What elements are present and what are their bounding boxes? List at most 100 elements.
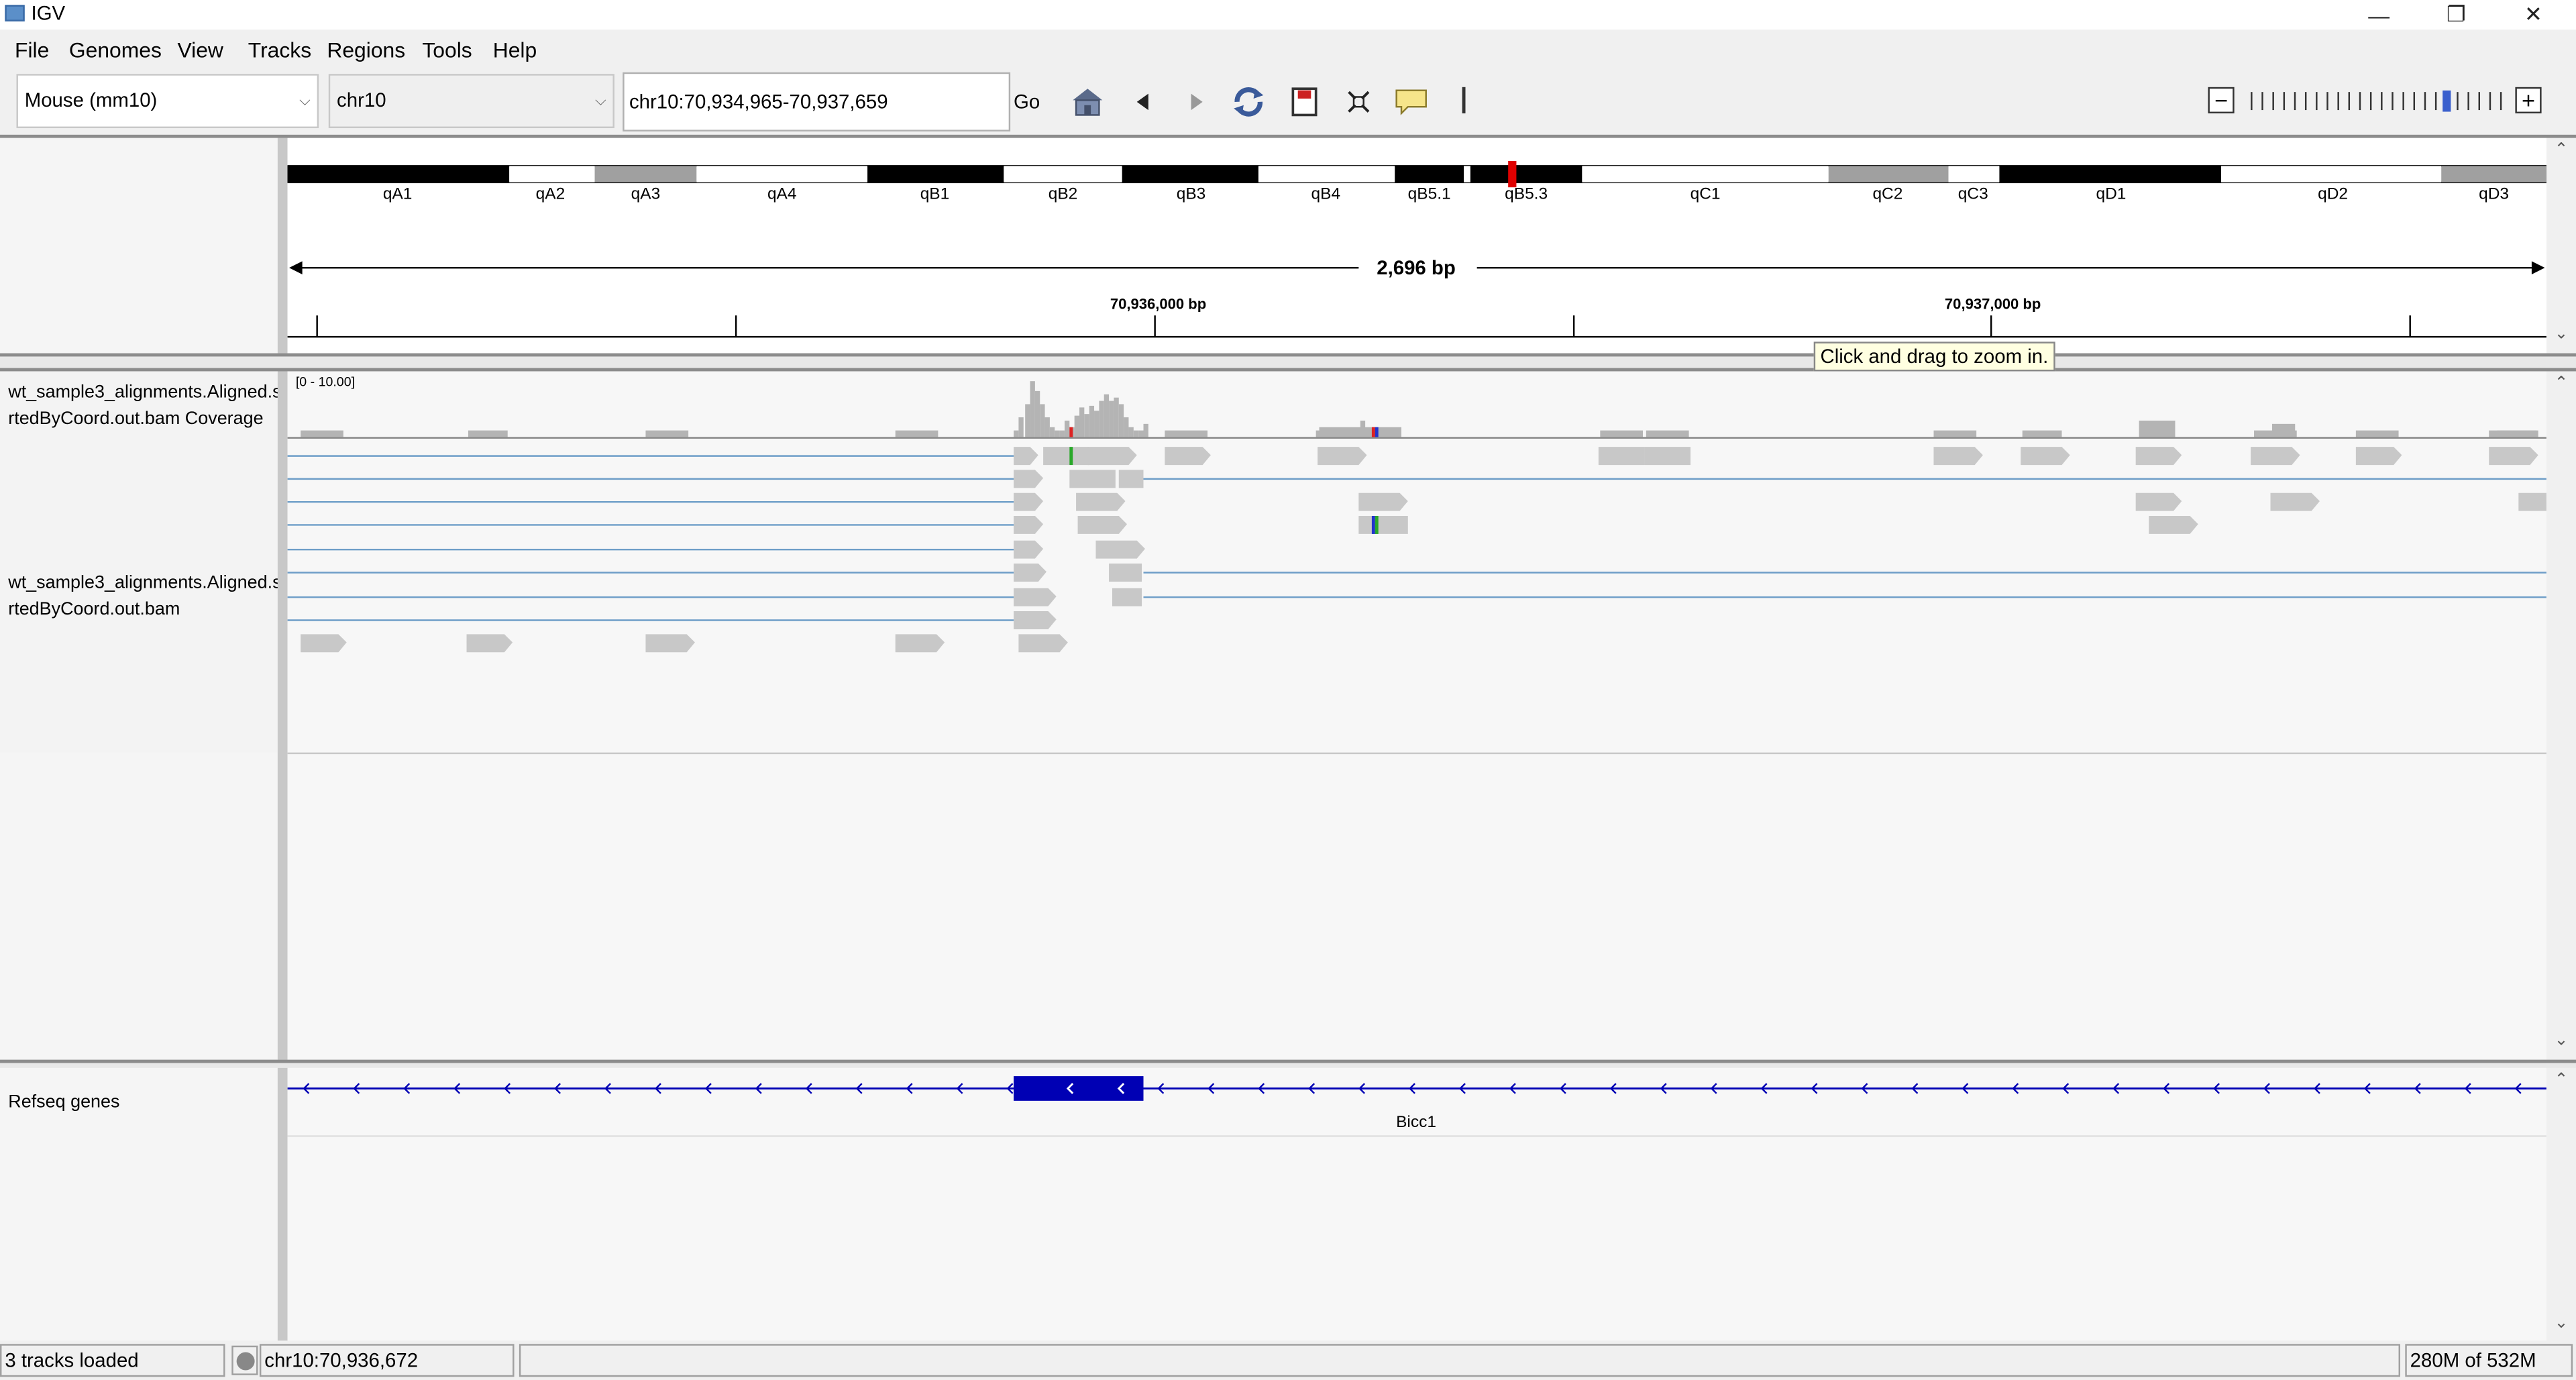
panel-divider[interactable] — [0, 1059, 2576, 1068]
coverage-bar — [2489, 430, 2538, 437]
zoom-tick — [2500, 92, 2502, 111]
locus-input[interactable]: chr10:70,934,965-70,937,659 — [623, 72, 1011, 131]
home-icon[interactable] — [1069, 85, 1106, 118]
zoom-out-icon[interactable]: − — [2208, 87, 2235, 113]
chromosome-select[interactable]: chr10 ⌵ — [328, 74, 614, 129]
coverage-bar — [1018, 417, 1024, 437]
coverage-track-name[interactable]: wt_sample3_alignments.Aligned.s rtedByCo… — [8, 380, 281, 432]
zoom-tick — [2434, 92, 2437, 111]
zoom-tick — [2251, 92, 2253, 111]
menu-view[interactable]: View — [177, 38, 223, 62]
coverage-bar — [1084, 414, 1089, 437]
coverage-mismatch — [1371, 427, 1375, 437]
scroll-up-icon[interactable]: ⌃ — [2546, 142, 2576, 160]
coverage-bar — [2271, 423, 2296, 437]
menu-genomes[interactable]: Genomes — [69, 38, 162, 62]
coverage-bar — [1124, 417, 1129, 437]
coverage-bar — [1049, 427, 1055, 437]
data-scrollbar[interactable]: ⌃ ⌄ — [2546, 371, 2576, 1060]
menu-regions[interactable]: Regions — [327, 38, 405, 62]
zoom-tick — [2467, 92, 2469, 111]
status-message — [519, 1344, 2400, 1377]
status-memory: 280M of 532M — [2405, 1344, 2573, 1377]
ideogram-band — [594, 166, 697, 182]
coverage-bar — [1138, 430, 1144, 437]
scroll-down-icon[interactable]: ⌄ — [2546, 1032, 2576, 1050]
region-of-interest-icon[interactable] — [1287, 85, 1323, 118]
ideogram-band — [1122, 166, 1258, 182]
refresh-icon[interactable] — [1230, 85, 1267, 118]
gene-label[interactable]: Bicc1 — [1367, 1114, 1466, 1132]
zoom-tick — [2392, 92, 2394, 111]
chromosome-ideogram[interactable]: qA1 qA2 qA3 qA4 qB1 qB2 qB3 qB4 qB5.1 qB5.3 qC1 qC2… — [287, 156, 2546, 209]
genome-select[interactable]: Mouse (mm10) ⌵ — [16, 74, 319, 129]
coverage-bar — [1044, 417, 1050, 437]
ideogram-band — [1465, 166, 1582, 182]
ideogram-band-label: qC1 — [1690, 184, 1721, 203]
status-light — [235, 1351, 254, 1370]
aligned-read — [1014, 515, 1044, 534]
menu-tools[interactable]: Tools — [422, 38, 472, 62]
splitter[interactable] — [277, 371, 288, 1060]
fit-to-window-icon[interactable] — [1340, 85, 1377, 118]
coverage-bar — [1104, 394, 1110, 437]
ideogram-band — [509, 166, 595, 182]
ideogram-band-label: qA1 — [383, 184, 413, 203]
aligned-read — [1118, 470, 1144, 488]
tooltip: Click and drag to zoom in. — [1813, 341, 2055, 372]
aligned-read — [1644, 447, 1691, 466]
window-title: IGV — [31, 1, 66, 25]
scroll-down-icon[interactable]: ⌄ — [2546, 325, 2576, 343]
back-icon[interactable] — [1126, 85, 1162, 118]
alignment-track-name-line: rtedByCoord.out.bam — [8, 599, 180, 620]
ideogram-band — [1258, 166, 1395, 182]
coverage-bar — [1099, 401, 1104, 437]
coverage-bar — [1360, 420, 1366, 437]
ideogram-band-label: qA3 — [631, 184, 661, 203]
splitter[interactable] — [277, 138, 288, 354]
zoom-slider[interactable] — [2247, 90, 2510, 112]
coverage-bar — [1030, 381, 1035, 437]
header-scrollbar[interactable]: ⌃ ⌄ — [2546, 138, 2576, 354]
zoom-tick — [2283, 92, 2286, 111]
ruler-span-label: 2,696 bp — [1377, 256, 1456, 280]
current-region-marker — [1508, 161, 1517, 188]
menu-help[interactable]: Help — [493, 38, 537, 62]
aligned-read — [2270, 492, 2320, 511]
zoom-in-icon[interactable]: + — [2515, 87, 2542, 113]
zoom-tick — [2381, 92, 2383, 111]
panel-divider[interactable] — [0, 353, 2576, 372]
popup-text-icon[interactable] — [1393, 85, 1430, 118]
aligned-read — [645, 634, 695, 653]
ideogram-band-label: qB5.3 — [1505, 184, 1548, 203]
ideogram-band — [1004, 166, 1122, 182]
coverage-bar — [1133, 430, 1139, 437]
ruler-tick-label: 70,936,000 bp — [1110, 295, 1207, 313]
scroll-down-icon[interactable]: ⌄ — [2546, 1314, 2576, 1332]
scroll-up-icon[interactable]: ⌃ — [2546, 1071, 2576, 1090]
read-mismatch — [1371, 515, 1375, 534]
close-icon[interactable]: ✕ — [2496, 0, 2571, 30]
restore-icon[interactable]: ❐ — [2418, 0, 2494, 30]
aligned-read — [1014, 540, 1044, 559]
splitter[interactable] — [277, 1067, 288, 1341]
coverage-track-name-line: rtedByCoord.out.bam Coverage — [8, 409, 264, 429]
ideogram-band — [2221, 166, 2442, 182]
alignment-track-name[interactable]: wt_sample3_alignments.Aligned.s rtedByCo… — [8, 570, 281, 623]
aligned-read — [1076, 492, 1126, 511]
menu-file[interactable]: File — [15, 38, 49, 62]
go-button[interactable]: Go — [1010, 72, 1043, 131]
menu-tracks[interactable]: Tracks — [248, 38, 311, 62]
feature-scrollbar[interactable]: ⌃ ⌄ — [2546, 1067, 2576, 1341]
ideogram-band-label: qD3 — [2479, 184, 2509, 203]
forward-icon[interactable] — [1178, 85, 1214, 118]
coverage-bar — [1064, 420, 1070, 437]
aligned-read — [2149, 515, 2198, 534]
aligned-read — [895, 634, 945, 653]
read-mismatch — [1375, 515, 1379, 534]
scroll-up-icon[interactable]: ⌃ — [2546, 374, 2576, 392]
ideogram-band — [1999, 166, 2222, 182]
alignment-track[interactable] — [287, 371, 2546, 755]
refseq-track-name[interactable]: Refseq genes — [8, 1090, 119, 1116]
minimize-icon[interactable]: — — [2341, 0, 2417, 30]
